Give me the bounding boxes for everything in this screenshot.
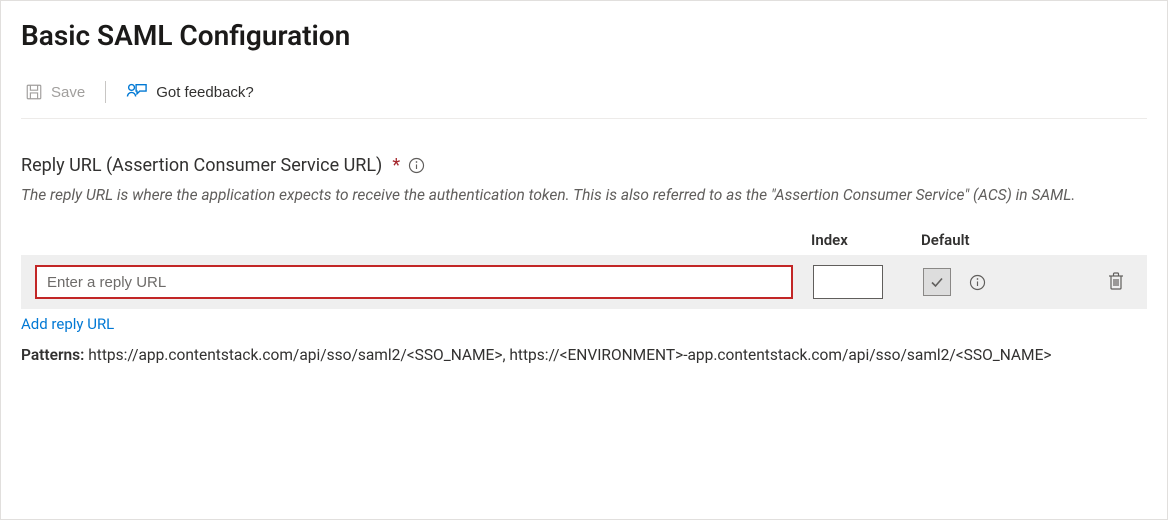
- save-icon: [25, 83, 43, 101]
- index-input[interactable]: [813, 265, 883, 299]
- toolbar: Save Got feedback?: [21, 80, 1147, 119]
- config-panel: Basic SAML Configuration Save Go: [0, 0, 1168, 520]
- save-label: Save: [51, 84, 85, 101]
- trash-icon: [1107, 271, 1125, 291]
- actions-cell: [1063, 267, 1133, 298]
- col-header-default: Default: [921, 231, 1041, 249]
- info-icon[interactable]: [408, 157, 425, 174]
- delete-row-button[interactable]: [1103, 267, 1129, 298]
- col-header-index: Index: [811, 231, 901, 249]
- section-description: The reply URL is where the application e…: [21, 184, 1121, 207]
- patterns-value: https://app.contentstack.com/api/sso/sam…: [88, 346, 1051, 364]
- add-reply-url-link[interactable]: Add reply URL: [21, 315, 114, 333]
- toolbar-separator: [105, 81, 106, 103]
- col-header-actions: [1061, 231, 1147, 249]
- info-icon[interactable]: [969, 274, 986, 291]
- table-headers: Index Default: [21, 231, 1147, 255]
- reply-url-input[interactable]: [35, 265, 793, 299]
- feedback-icon: [126, 82, 148, 102]
- required-marker: *: [392, 155, 400, 176]
- feedback-label: Got feedback?: [156, 84, 254, 101]
- default-cell: [923, 268, 1043, 296]
- feedback-button[interactable]: Got feedback?: [122, 80, 258, 104]
- col-header-url: [21, 231, 791, 249]
- section-heading-text: Reply URL (Assertion Consumer Service UR…: [21, 155, 382, 176]
- page-title: Basic SAML Configuration: [21, 19, 1147, 52]
- section-heading: Reply URL (Assertion Consumer Service UR…: [21, 155, 1147, 176]
- save-button[interactable]: Save: [21, 81, 89, 103]
- patterns-label: Patterns:: [21, 346, 84, 364]
- table-row: [21, 255, 1147, 309]
- default-checkbox[interactable]: [923, 268, 951, 296]
- patterns-line: Patterns: https://app.contentstack.com/a…: [21, 343, 1121, 367]
